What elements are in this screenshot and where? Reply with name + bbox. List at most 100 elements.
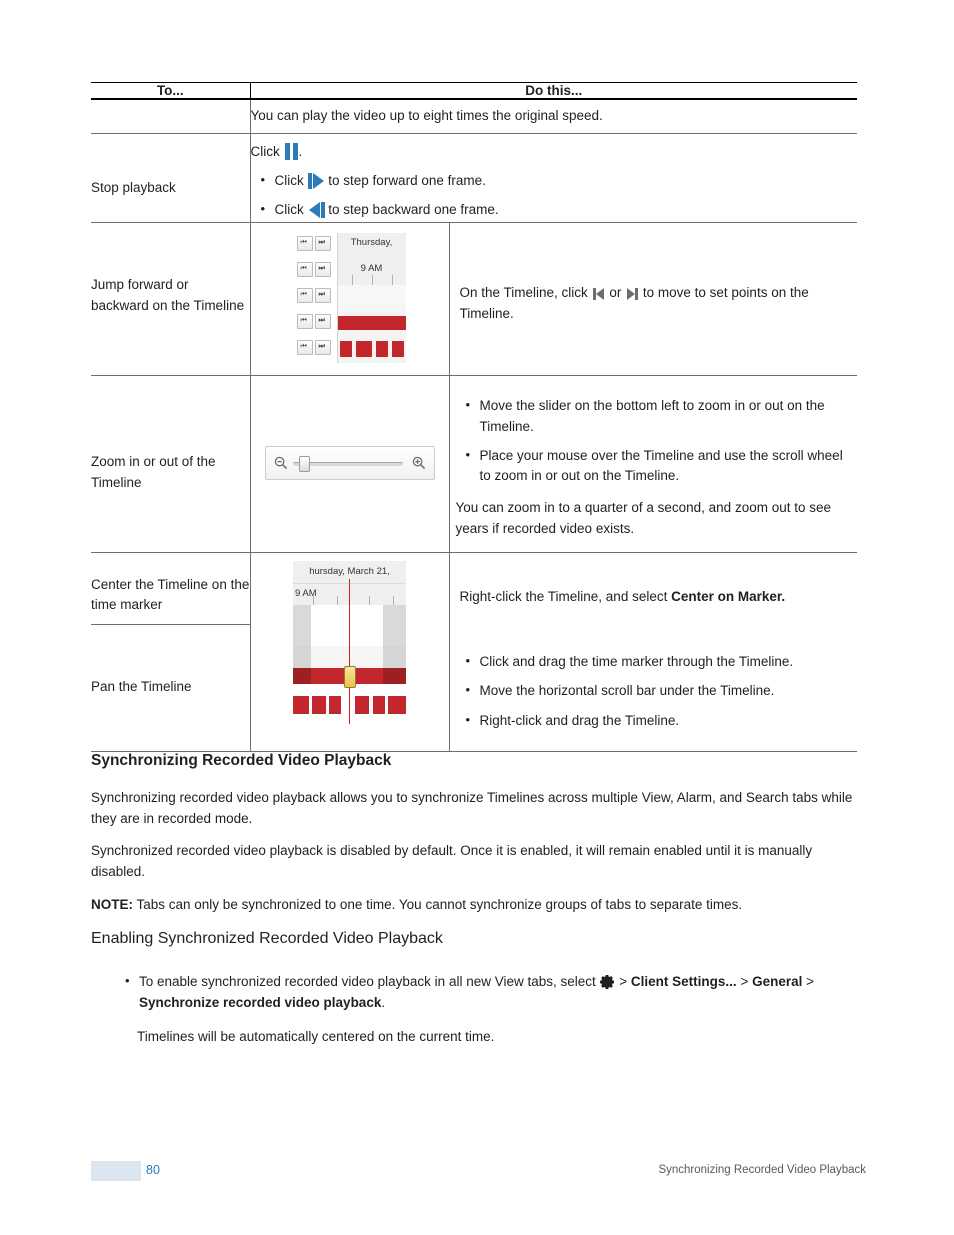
zoom-screenshot-cell xyxy=(251,376,450,553)
document-page: To... Do this... You can play the video … xyxy=(0,0,954,1235)
client-settings-label: Client Settings... xyxy=(630,974,737,989)
table-row: Stop playback Click . Click to step forw… xyxy=(91,133,858,224)
row-content-cell: hursday, March 21, 9 AM Right-click the … xyxy=(250,553,857,625)
center-text: Right-click the Timeline, and select xyxy=(459,589,672,605)
zoom-trailing-text: You can zoom in to a quarter of a second… xyxy=(455,500,832,537)
jump-text-b: or xyxy=(609,285,622,301)
row-label-jump: Jump forward or backward on the Timeline xyxy=(91,222,251,377)
list-item: Move the horizontal scroll bar under the… xyxy=(466,680,848,701)
previous-point-button[interactable]: ⏮ xyxy=(296,236,313,252)
row-content-cell: Move the slider on the bottom left to zo… xyxy=(250,375,858,554)
time-marker-line[interactable] xyxy=(349,579,350,625)
row-content-cell: Click and drag the time marker through t… xyxy=(250,624,858,752)
table-row: Zoom in or out of the Timeline • Move th… xyxy=(91,375,858,554)
footer-title: Synchronizing Recorded Video Playback xyxy=(658,1164,866,1176)
footer-swatch xyxy=(91,1161,141,1181)
gt-separator-2: > xyxy=(736,974,753,989)
note-paragraph: NOTE: Tabs can only be synchronized to o… xyxy=(91,895,857,916)
next-point-button[interactable]: ⏭ xyxy=(314,236,331,252)
previous-point-button[interactable]: ⏮ xyxy=(296,288,313,304)
bullet-pre-text: To enable synchronized recorded video pl… xyxy=(139,974,600,989)
gear-icon xyxy=(599,974,616,990)
closing-paragraph: Timelines will be automatically centered… xyxy=(137,1029,495,1044)
bullet-pre-text: Click xyxy=(274,172,304,188)
table-row: Pan the Timeline • Click and drag the ti… xyxy=(91,624,858,752)
jump-instruction-cell: On the Timeline, click or to move to set… xyxy=(450,223,858,375)
center-screenshot-cell: hursday, March 21, 9 AM xyxy=(251,553,450,625)
time-marker-handle[interactable] xyxy=(344,666,356,689)
table-row: Jump forward or backward on the Timeline… xyxy=(91,222,858,377)
timeline-pan-screenshot xyxy=(293,624,406,725)
next-point-button[interactable]: ⏭ xyxy=(314,340,331,356)
zoom-instruction-cell: Move the slider on the bottom left to zo… xyxy=(450,376,858,552)
row-label-zoom: Zoom in or out of the Timeline xyxy=(91,375,251,554)
zoom-in-icon[interactable] xyxy=(412,456,426,470)
row-label-center: Center the Timeline on the time marker xyxy=(91,552,251,625)
step-forward-icon xyxy=(307,172,325,189)
bullet-pre-text: Click xyxy=(274,202,304,218)
step-backward-icon xyxy=(308,202,325,219)
page-section-heading: Synchronizing Recorded Video Playback xyxy=(91,752,392,769)
footer-page-number: 80 xyxy=(146,1163,160,1177)
bullet-post-text: to step backward one frame. xyxy=(328,202,499,218)
click-label: Click xyxy=(250,143,280,159)
procedure-table: To... Do this... You can play the video … xyxy=(91,82,857,752)
timeline-jump-screenshot: ⏮ ⏭ Thursday, ⏮ ⏭ 9 AM ⏮ ⏭ ⏮ ⏭ ⏮ ⏭ xyxy=(294,233,406,364)
row-label-stop-playback: Stop playback xyxy=(91,133,251,224)
jump-screenshot-cell: ⏮ ⏭ Thursday, ⏮ ⏭ 9 AM ⏮ ⏭ ⏮ ⏭ ⏮ ⏭ xyxy=(251,223,450,376)
gt-separator-3: > xyxy=(802,974,814,989)
list-item: To enable synchronized recorded video pl… xyxy=(125,971,881,1014)
timeline-zoom-slider-screenshot[interactable] xyxy=(264,446,435,481)
next-point-button[interactable]: ⏭ xyxy=(314,262,331,278)
bullet-post-text: to step forward one frame. xyxy=(328,172,486,188)
pan-screenshot-cell xyxy=(251,624,450,751)
next-point-button[interactable]: ⏭ xyxy=(314,314,331,330)
jump-text-a: On the Timeline, click xyxy=(459,285,588,301)
zoom-bullets: Move the slider on the bottom left to zo… xyxy=(456,395,848,487)
zoom-slider-thumb[interactable] xyxy=(298,456,310,473)
row-content-cell: Click . Click to step forward one frame.… xyxy=(250,133,858,224)
stop-playback-bullets: Click to step forward one frame. Click t… xyxy=(251,170,858,221)
paragraph-1: Synchronizing recorded video playback al… xyxy=(91,790,853,826)
previous-point-icon xyxy=(592,288,606,301)
enable-bullets: To enable synchronized recorded video pl… xyxy=(115,971,881,1014)
note-label: NOTE: xyxy=(91,897,133,912)
row-label-cell xyxy=(91,99,251,134)
previous-point-button[interactable]: ⏮ xyxy=(296,262,313,278)
column-header-do: Do this... xyxy=(250,82,857,100)
timeline-center-screenshot: hursday, March 21, 9 AM xyxy=(293,561,406,625)
table-row: You can play the video up to eight times… xyxy=(91,99,857,134)
gt-separator-1: > xyxy=(615,974,631,989)
list-item: Place your mouse over the Timeline and u… xyxy=(466,445,848,487)
next-point-icon xyxy=(625,288,639,301)
bullet-end-text: . xyxy=(381,994,386,1010)
list-item: Click and drag the time marker through t… xyxy=(466,651,848,672)
center-on-marker-label: Center on Marker. xyxy=(671,589,786,605)
center-instruction-cell: Right-click the Timeline, and select Cen… xyxy=(450,553,858,624)
synchronize-option-label: Synchronize recorded video playback xyxy=(139,994,382,1010)
list-item: Move the slider on the bottom left to zo… xyxy=(466,395,848,437)
pan-bullets: Click and drag the time marker through t… xyxy=(456,651,848,731)
paragraph-2: Synchronized recorded video playback is … xyxy=(91,843,813,879)
list-item: Click to step backward one frame. xyxy=(261,199,858,220)
previous-point-button[interactable]: ⏮ xyxy=(296,340,313,356)
list-item: Click to step forward one frame. xyxy=(261,170,858,191)
pan-instruction-cell: Click and drag the time marker through t… xyxy=(450,624,858,751)
table-row: Center the Timeline on the time marker h… xyxy=(91,552,857,625)
general-label: General xyxy=(752,974,803,989)
next-point-button[interactable]: ⏭ xyxy=(314,288,331,304)
previous-point-button[interactable]: ⏮ xyxy=(296,314,313,330)
row-content-cell: ⏮ ⏭ Thursday, ⏮ ⏭ 9 AM ⏮ ⏭ ⏮ ⏭ ⏮ ⏭ On th… xyxy=(250,222,858,377)
click-period: . xyxy=(298,143,303,159)
zoom-out-icon[interactable] xyxy=(274,456,288,470)
list-item: Right-click and drag the Timeline. xyxy=(466,710,848,731)
page-subheading: Enabling Synchronized Recorded Video Pla… xyxy=(91,930,443,947)
column-header-to: To... xyxy=(91,82,251,100)
timeline-day-label: Thursday, xyxy=(350,237,393,249)
note-text: Tabs can only be synchronized to one tim… xyxy=(133,897,743,912)
row1-text: You can play the video up to eight times… xyxy=(250,108,603,123)
table-header-row: To... Do this... xyxy=(91,82,857,100)
row-content-cell: You can play the video up to eight times… xyxy=(250,99,857,134)
row-label-pan: Pan the Timeline xyxy=(91,624,251,752)
pause-icon xyxy=(284,142,299,160)
